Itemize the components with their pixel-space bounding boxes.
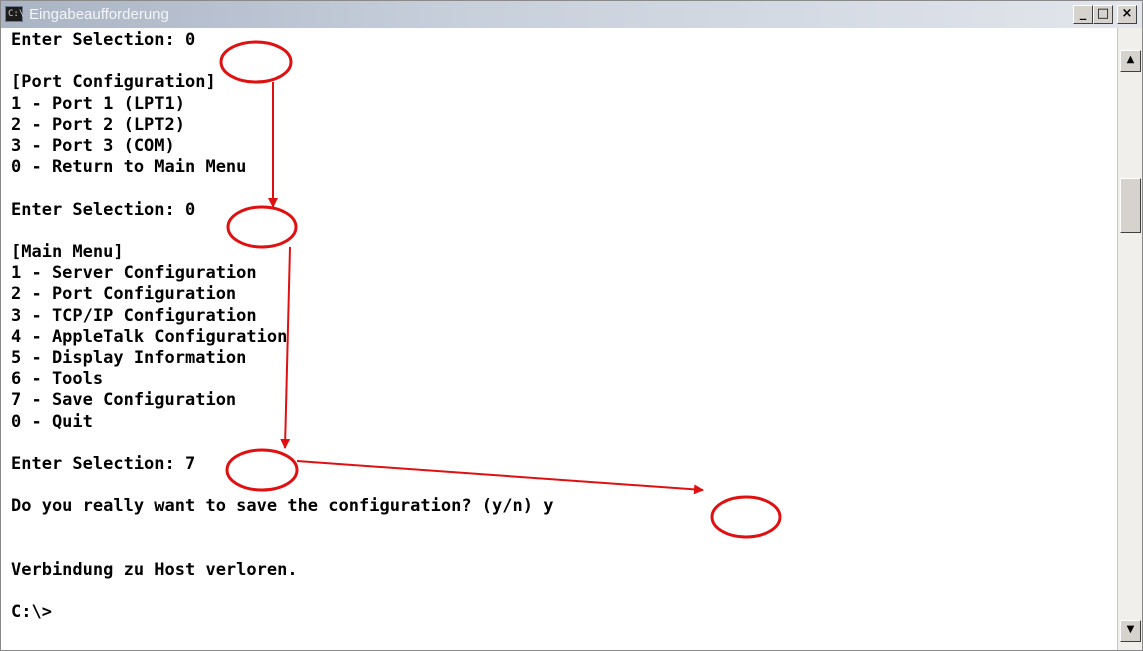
console-line: 1 - Server Configuration xyxy=(11,263,257,284)
console-line: Enter Selection: 0 xyxy=(11,199,196,220)
arrow-down-icon: ▼ xyxy=(1126,624,1135,635)
scroll-up-button[interactable]: ▲ xyxy=(1120,50,1141,72)
console-icon[interactable]: C:\ xyxy=(5,6,25,22)
console-line: 0 - Return to Main Menu xyxy=(11,157,247,178)
minimize-icon: _ xyxy=(1079,6,1087,21)
scroll-down-button[interactable]: ▼ xyxy=(1120,620,1141,642)
scrollbar-thumb[interactable] xyxy=(1120,178,1141,233)
window-title: Eingabeaufforderung xyxy=(29,6,169,23)
close-button[interactable]: × xyxy=(1117,5,1137,24)
console-line: 5 - Display Information xyxy=(11,348,247,368)
title-bar[interactable]: C:\ Eingabeaufforderung _ □ × xyxy=(1,1,1142,28)
console-line: Enter Selection: 7 xyxy=(11,454,196,474)
console-line: 3 - Port 3 (COM) xyxy=(11,136,175,156)
console-line: Enter Selection: 0 xyxy=(11,30,196,50)
console-output[interactable]: Enter Selection: 0 [Port Configuration] 1 … xyxy=(1,28,1117,650)
minimize-button[interactable]: _ xyxy=(1073,5,1093,24)
console-window: C:\ Eingabeaufforderung _ □ × Enter Sele… xyxy=(0,0,1143,651)
vertical-scrollbar[interactable]: ▲ ▼ xyxy=(1117,28,1142,650)
maximize-button[interactable]: □ xyxy=(1093,5,1113,24)
close-icon: × xyxy=(1121,6,1133,21)
console-line: 4 - AppleTalk Configuration xyxy=(11,326,288,347)
console-line: 2 - Port Configuration xyxy=(11,284,237,305)
maximize-icon: □ xyxy=(1096,6,1110,21)
console-line: 0 - Quit xyxy=(11,411,93,432)
console-line: [Main Menu] xyxy=(11,242,124,262)
console-line: 3 - TCP/IP Configuration xyxy=(11,305,257,326)
console-line: C:\> xyxy=(11,602,52,623)
console-line: 2 - Port 2 (LPT2) xyxy=(11,114,185,135)
console-icon-glyph: C:\ xyxy=(8,9,25,19)
console-line: 7 - Save Configuration xyxy=(11,390,237,411)
console-line: Do you really want to save the configura… xyxy=(11,496,554,517)
console-line: [Port Configuration] xyxy=(11,72,216,93)
console-line: Verbindung zu Host verloren. xyxy=(11,560,298,580)
console-line: 6 - Tools xyxy=(11,369,104,390)
console-line: 1 - Port 1 (LPT1) xyxy=(11,93,185,114)
arrow-up-icon: ▲ xyxy=(1126,54,1135,65)
